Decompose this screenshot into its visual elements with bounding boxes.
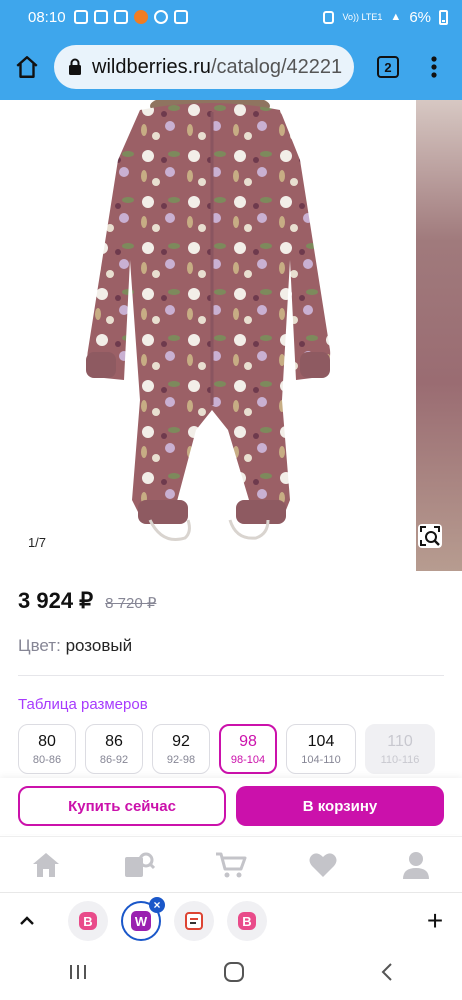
wildberries-favicon-icon: B xyxy=(238,911,256,930)
battery-icon xyxy=(439,9,448,25)
browser-tab[interactable]: B xyxy=(227,900,267,941)
favorites-heart-icon xyxy=(309,852,337,877)
purchase-bar: Купить сейчас В корзину xyxy=(0,778,462,834)
product-gallery[interactable]: 1/7 xyxy=(0,100,462,571)
nav-cart[interactable] xyxy=(207,845,255,885)
add-to-cart-button[interactable]: В корзину xyxy=(236,786,444,826)
home-circle-icon xyxy=(223,961,244,982)
size-range: 98-104 xyxy=(230,753,266,766)
size-option[interactable]: 86 86-92 xyxy=(85,724,143,774)
signal-icon: ▲ xyxy=(390,11,402,23)
expand-tabs-button[interactable] xyxy=(0,901,54,941)
status-time: 08:10 xyxy=(28,8,66,26)
color-label: Цвет: xyxy=(18,636,61,655)
old-price: 8 720 ₽ xyxy=(105,595,157,612)
notification-icon xyxy=(133,10,148,24)
back-button[interactable] xyxy=(380,962,394,987)
battery-percent: 6% xyxy=(409,8,431,26)
new-tab-button[interactable]: + xyxy=(408,901,462,941)
home-button[interactable] xyxy=(223,961,245,988)
browser-tab-strip: B W × B + xyxy=(0,892,462,948)
recent-apps-icon xyxy=(69,964,86,979)
svg-text:B: B xyxy=(242,914,251,929)
notification-icon xyxy=(113,10,128,24)
size-range: 104-110 xyxy=(301,753,341,766)
notification-icon xyxy=(153,10,168,24)
size-option[interactable]: 92 92-98 xyxy=(152,724,210,774)
image-counter: 1/7 xyxy=(16,530,58,554)
size-number: 104 xyxy=(307,732,335,750)
color-info: Цвет: розовый xyxy=(18,636,132,656)
size-selector: 80 80-86 86 86-92 92 92-98 98 98-104 104… xyxy=(18,724,435,774)
cart-icon xyxy=(215,852,247,877)
url-domain: wildberries.ru xyxy=(92,55,211,78)
network-indicator: Vo)) LTE1 xyxy=(342,11,383,22)
browser-toolbar: wildberries.ru/catalog/42221 2 xyxy=(0,34,462,100)
nav-catalog[interactable] xyxy=(115,845,163,885)
product-image xyxy=(86,100,331,541)
image-search-button[interactable] xyxy=(418,524,442,548)
browser-menu-button[interactable] xyxy=(414,40,454,94)
size-number: 80 xyxy=(38,732,56,750)
notification-icons xyxy=(73,10,188,24)
alarm-icon xyxy=(323,10,335,24)
gallery-icon xyxy=(173,10,188,24)
browser-home-button[interactable] xyxy=(0,40,54,94)
svg-text:B: B xyxy=(83,914,92,929)
nav-profile[interactable] xyxy=(392,845,440,885)
color-value: розовый xyxy=(65,636,133,655)
system-nav-bar xyxy=(0,948,462,1000)
size-option[interactable]: 80 80-86 xyxy=(18,724,76,774)
price-block: 3 924 ₽ 8 720 ₽ xyxy=(18,588,156,614)
size-number: 110 xyxy=(387,732,413,750)
size-chart-link[interactable]: Таблица размеров xyxy=(18,696,148,713)
notification-icon xyxy=(73,10,88,24)
more-vert-icon xyxy=(431,56,437,78)
size-number: 92 xyxy=(172,732,190,750)
size-option-unavailable[interactable]: 110 110-116 xyxy=(365,724,435,774)
tab-count: 2 xyxy=(377,56,399,78)
size-range: 110-116 xyxy=(380,753,420,766)
tab-favicon-icon xyxy=(185,911,203,930)
size-number: 98 xyxy=(239,732,257,750)
address-bar[interactable]: wildberries.ru/catalog/42221 xyxy=(54,45,354,89)
browser-tab[interactable]: B xyxy=(68,900,108,941)
size-range: 80-86 xyxy=(32,753,62,766)
home-icon xyxy=(16,56,38,78)
nav-favorites[interactable] xyxy=(299,845,347,885)
url-path: /catalog/42221 xyxy=(210,55,343,78)
lock-icon xyxy=(69,58,81,75)
svg-text:W: W xyxy=(135,914,148,929)
browser-tab-active[interactable]: W × xyxy=(121,896,165,941)
size-option-selected[interactable]: 98 98-104 xyxy=(219,724,277,774)
catalog-search-icon xyxy=(124,852,155,877)
notification-icon xyxy=(93,10,108,24)
home-icon xyxy=(33,852,60,877)
wildberries-favicon-icon: W xyxy=(131,910,151,931)
close-tab-button[interactable]: × xyxy=(149,896,165,913)
chevron-up-icon xyxy=(20,915,34,925)
buy-now-button[interactable]: Купить сейчас xyxy=(18,786,226,826)
current-price: 3 924 ₽ xyxy=(18,588,94,613)
size-number: 86 xyxy=(105,732,123,750)
recent-apps-button[interactable] xyxy=(68,963,88,986)
profile-icon xyxy=(402,851,429,879)
size-range: 92-98 xyxy=(166,753,196,766)
browser-tab[interactable] xyxy=(174,900,214,941)
wildberries-favicon-icon: B xyxy=(79,911,97,930)
tab-switcher-button[interactable]: 2 xyxy=(362,40,414,94)
back-chevron-icon xyxy=(381,962,393,981)
size-range: 86-92 xyxy=(99,753,129,766)
status-bar: 08:10 Vo)) LTE1 ▲ 6% xyxy=(0,0,462,34)
divider xyxy=(18,675,444,676)
size-option[interactable]: 104 104-110 xyxy=(286,724,356,774)
image-search-icon xyxy=(420,526,440,546)
nav-home[interactable] xyxy=(22,845,70,885)
next-product-image[interactable] xyxy=(416,100,462,571)
site-bottom-nav xyxy=(0,836,462,892)
